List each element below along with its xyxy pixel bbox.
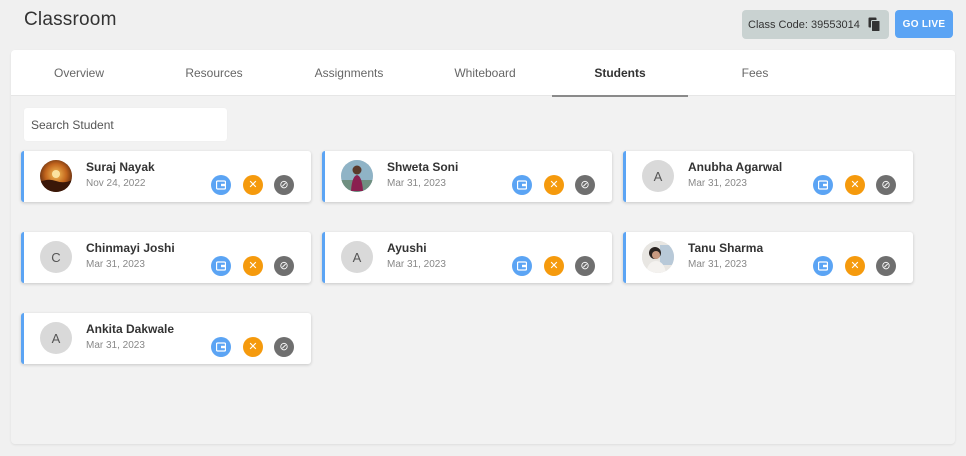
student-name: Ankita Dakwale — [86, 322, 175, 336]
tab-resources[interactable]: Resources — [146, 50, 282, 96]
student-date: Mar 31, 2023 — [688, 178, 747, 189]
avatar — [642, 241, 674, 273]
student-card[interactable]: A Ayushi Mar 31, 2023 ✕ ⊘ — [322, 232, 612, 283]
block-icon[interactable]: ⊘ — [575, 256, 595, 276]
tab-fees[interactable]: Fees — [687, 50, 823, 96]
wallet-icon[interactable] — [211, 337, 231, 357]
student-date: Mar 31, 2023 — [86, 340, 145, 351]
avatar — [40, 160, 72, 192]
block-icon[interactable]: ⊘ — [274, 256, 294, 276]
student-card[interactable]: C Chinmayi Joshi Mar 31, 2023 ✕ ⊘ — [21, 232, 311, 283]
tab-bar: Overview Resources Assignments Whiteboar… — [11, 50, 955, 97]
student-date: Mar 31, 2023 — [86, 259, 145, 270]
student-card[interactable]: Tanu Sharma Mar 31, 2023 ✕ ⊘ — [623, 232, 913, 283]
student-name: Chinmayi Joshi — [86, 241, 175, 255]
student-name: Suraj Nayak — [86, 160, 155, 174]
block-icon[interactable]: ⊘ — [575, 175, 595, 195]
avatar: A — [341, 241, 373, 273]
student-name: Shweta Soni — [387, 160, 459, 174]
search-student-input[interactable] — [24, 108, 227, 141]
wallet-icon[interactable] — [211, 256, 231, 276]
tab-whiteboard[interactable]: Whiteboard — [417, 50, 553, 96]
tab-assignments[interactable]: Assignments — [281, 50, 417, 96]
student-card[interactable]: A Anubha Agarwal Mar 31, 2023 ✕ ⊘ — [623, 151, 913, 202]
wallet-icon[interactable] — [512, 256, 532, 276]
wallet-icon[interactable] — [813, 256, 833, 276]
block-icon[interactable]: ⊘ — [876, 256, 896, 276]
student-card[interactable]: A Ankita Dakwale Mar 31, 2023 ✕ ⊘ — [21, 313, 311, 364]
student-name: Tanu Sharma — [688, 241, 764, 255]
student-name: Ayushi — [387, 241, 427, 255]
class-code-text: Class Code: 39553014 — [748, 18, 860, 31]
classroom-panel: Overview Resources Assignments Whiteboar… — [11, 50, 955, 444]
top-bar: Classroom Class Code: 39553014 GO LIVE — [0, 0, 966, 50]
wallet-icon[interactable] — [813, 175, 833, 195]
block-icon[interactable]: ⊘ — [274, 337, 294, 357]
go-live-button[interactable]: GO LIVE — [895, 10, 953, 38]
student-date: Mar 31, 2023 — [387, 178, 446, 189]
close-icon[interactable]: ✕ — [243, 175, 263, 195]
copy-icon[interactable] — [868, 17, 881, 32]
block-icon[interactable]: ⊘ — [876, 175, 896, 195]
tab-students[interactable]: Students — [552, 50, 688, 97]
close-icon[interactable]: ✕ — [845, 256, 865, 276]
avatar — [341, 160, 373, 192]
close-icon[interactable]: ✕ — [544, 175, 564, 195]
close-icon[interactable]: ✕ — [845, 175, 865, 195]
tab-overview[interactable]: Overview — [11, 50, 147, 96]
student-date: Mar 31, 2023 — [688, 259, 747, 270]
page-title: Classroom — [24, 9, 117, 30]
student-name: Anubha Agarwal — [688, 160, 783, 174]
close-icon[interactable]: ✕ — [243, 256, 263, 276]
student-card[interactable]: Shweta Soni Mar 31, 2023 ✕ ⊘ — [322, 151, 612, 202]
avatar: C — [40, 241, 72, 273]
wallet-icon[interactable] — [512, 175, 532, 195]
student-date: Nov 24, 2022 — [86, 178, 146, 189]
close-icon[interactable]: ✕ — [243, 337, 263, 357]
class-code-badge[interactable]: Class Code: 39553014 — [742, 10, 889, 39]
wallet-icon[interactable] — [211, 175, 231, 195]
avatar: A — [40, 322, 72, 354]
close-icon[interactable]: ✕ — [544, 256, 564, 276]
student-card[interactable]: Suraj Nayak Nov 24, 2022 ✕ ⊘ — [21, 151, 311, 202]
avatar: A — [642, 160, 674, 192]
block-icon[interactable]: ⊘ — [274, 175, 294, 195]
student-date: Mar 31, 2023 — [387, 259, 446, 270]
